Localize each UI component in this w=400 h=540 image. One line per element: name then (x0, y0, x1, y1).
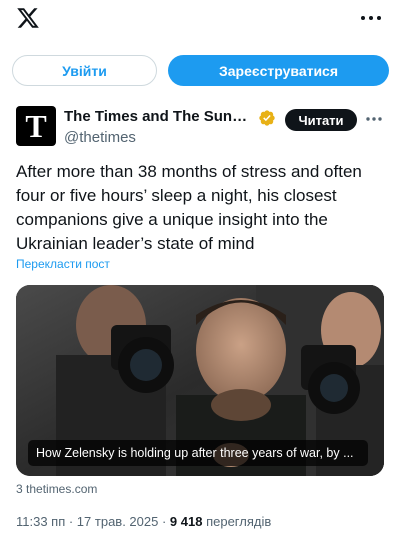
verified-badge-icon (259, 110, 275, 126)
author-name[interactable]: The Times and The Sunda... (64, 108, 254, 125)
post-media-card[interactable]: How Zelensky is holding up after three y… (16, 285, 384, 476)
views-count: 9 418 (169, 514, 203, 529)
follow-button[interactable]: Читати (285, 109, 357, 131)
signup-button[interactable]: Зареєструватися (168, 55, 389, 86)
translate-link[interactable]: Перекласти пост (16, 257, 110, 271)
author-handle[interactable]: @thetimes (64, 129, 136, 146)
more-horizontal-icon[interactable] (365, 115, 383, 123)
avatar[interactable]: T (16, 106, 56, 146)
timestamp[interactable]: 11:33 пп · 17 трав. 2025 · (16, 514, 170, 529)
more-vertical-icon[interactable] (360, 12, 382, 24)
top-bar (0, 0, 400, 44)
link-source[interactable]: 3 thetimes.com (16, 482, 97, 496)
media-caption: How Zelensky is holding up after three y… (28, 440, 368, 466)
post-text: After more than 38 months of stress and … (16, 162, 362, 253)
views-label: переглядів (202, 514, 272, 529)
x-logo-icon[interactable] (16, 6, 40, 30)
login-button[interactable]: Увійти (12, 55, 157, 86)
post-meta: 11:33 пп · 17 трав. 2025 · 9 418 перегля… (16, 514, 271, 529)
